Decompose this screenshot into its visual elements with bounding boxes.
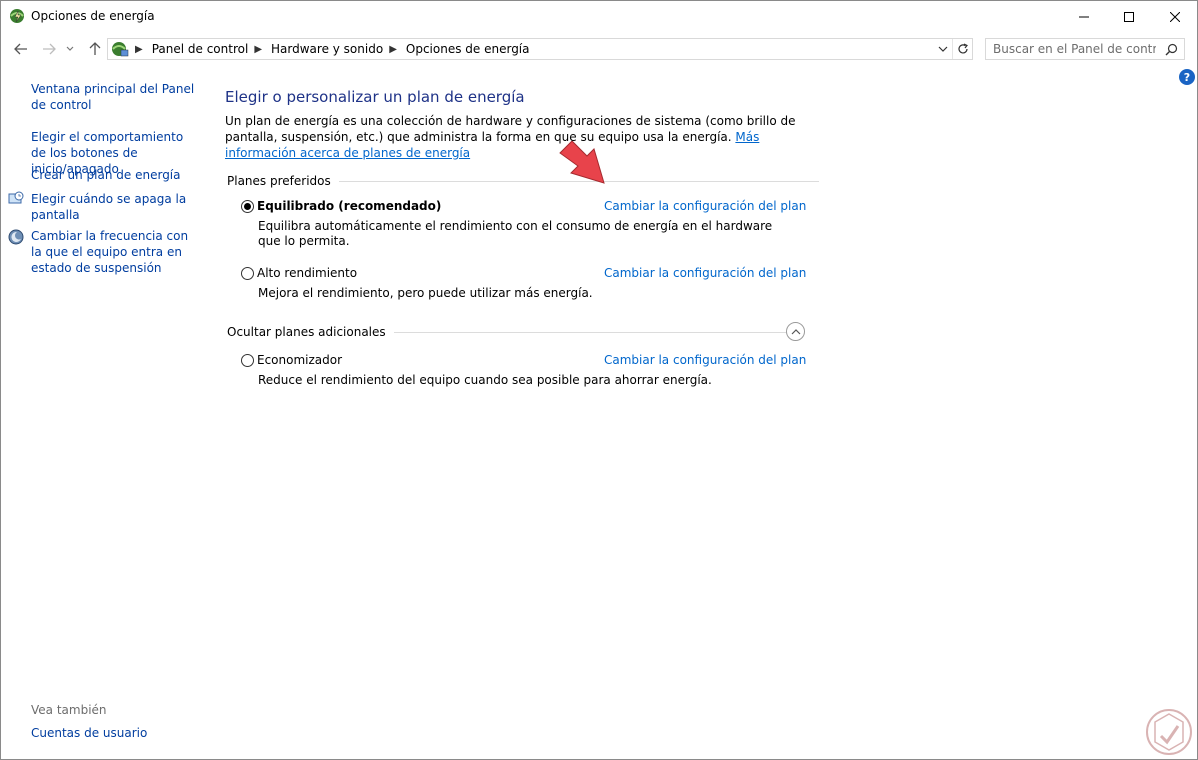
- breadcrumb-separator-icon: ▶: [254, 43, 263, 55]
- plan-description-power-saver: Reduce el rendimiento del equipo cuando …: [258, 373, 712, 387]
- plan-name-power-saver[interactable]: Economizador: [257, 353, 342, 367]
- preferred-plans-label: Planes preferidos: [227, 174, 331, 188]
- display-clock-icon: [8, 191, 24, 204]
- close-button[interactable]: [1152, 1, 1198, 32]
- forward-button[interactable]: [39, 38, 59, 60]
- window-title: Opciones de energía: [31, 9, 155, 23]
- sidebar-item-create-plan[interactable]: Crear un plan de energía: [31, 167, 199, 183]
- sleep-moon-icon: [8, 229, 24, 245]
- minimize-icon: [1079, 16, 1089, 17]
- arrow-left-icon: [14, 43, 27, 55]
- page-title: Elegir o personalizar un plan de energía: [225, 88, 525, 106]
- minimize-button[interactable]: [1061, 1, 1107, 32]
- chevron-down-icon: [66, 46, 74, 51]
- back-button[interactable]: [11, 38, 31, 60]
- intro-text: Un plan de energía es una colección de h…: [225, 113, 815, 161]
- search-box[interactable]: [985, 38, 1185, 60]
- radio-high-performance[interactable]: [241, 267, 254, 280]
- breadcrumb-opciones-de-energia[interactable]: Opciones de energía: [406, 42, 530, 56]
- address-dropdown-button[interactable]: [934, 39, 952, 59]
- recent-locations-button[interactable]: [63, 38, 77, 60]
- arrow-right-icon: [43, 43, 56, 55]
- breadcrumb-separator-icon: ▶: [135, 43, 143, 55]
- help-icon[interactable]: ?: [1179, 69, 1195, 85]
- change-plan-settings-balanced-link[interactable]: Cambiar la configuración del plan: [604, 199, 806, 213]
- breadcrumb-panel-de-control[interactable]: Panel de control: [152, 42, 249, 56]
- plan-description-balanced: Equilibra automáticamente el rendimiento…: [258, 219, 773, 248]
- arrow-up-icon: [89, 42, 101, 55]
- change-plan-settings-power-saver-link[interactable]: Cambiar la configuración del plan: [604, 353, 806, 367]
- hidden-plans-label[interactable]: Ocultar planes adicionales: [227, 325, 386, 339]
- refresh-button[interactable]: [952, 39, 972, 59]
- sidebar-item-display-off[interactable]: Elegir cuándo se apaga la pantalla: [31, 191, 199, 223]
- title-bar: Opciones de energía: [1, 1, 1197, 32]
- address-bar[interactable]: ▶ Panel de control ▶ Hardware y sonido ▶…: [107, 38, 973, 60]
- control-panel-icon: [112, 42, 129, 57]
- search-icon[interactable]: [1165, 43, 1178, 56]
- collapse-button[interactable]: [786, 322, 805, 341]
- plan-name-high-performance[interactable]: Alto rendimiento: [257, 266, 357, 280]
- chevron-down-icon: [938, 46, 948, 52]
- radio-balanced[interactable]: [241, 200, 254, 213]
- sidebar-item-user-accounts[interactable]: Cuentas de usuario: [31, 726, 147, 740]
- see-also-label: Vea también: [31, 703, 107, 717]
- search-input[interactable]: [986, 42, 1156, 56]
- sidebar-item-control-panel-home[interactable]: Ventana principal del Panel de control: [31, 81, 199, 113]
- navigation-bar: ▶ Panel de control ▶ Hardware y sonido ▶…: [1, 36, 1197, 62]
- preferred-plans-header: Planes preferidos: [227, 174, 819, 188]
- maximize-button[interactable]: [1106, 1, 1152, 32]
- power-options-icon: [10, 9, 24, 23]
- breadcrumb-hardware-y-sonido[interactable]: Hardware y sonido: [271, 42, 383, 56]
- watermark-logo-icon: [1146, 709, 1192, 755]
- window: Opciones de energía ▶ Panel de control ▶…: [0, 0, 1198, 760]
- chevron-up-icon: [791, 328, 800, 334]
- plan-power-saver: Economizador Cambiar la configuración de…: [241, 353, 806, 389]
- hidden-plans-header[interactable]: Ocultar planes adicionales: [227, 325, 804, 339]
- refresh-icon: [957, 43, 968, 54]
- breadcrumb-separator-icon: ▶: [389, 43, 397, 55]
- maximize-icon: [1124, 11, 1134, 22]
- plan-high-performance: Alto rendimiento Cambiar la configuració…: [241, 266, 806, 302]
- up-button[interactable]: [85, 38, 105, 60]
- radio-power-saver[interactable]: [241, 354, 254, 367]
- divider: [393, 331, 804, 333]
- annotation-arrow-icon: [559, 141, 605, 184]
- change-plan-settings-high-performance-link[interactable]: Cambiar la configuración del plan: [604, 266, 806, 280]
- plan-name-balanced[interactable]: Equilibrado (recomendado): [257, 199, 441, 213]
- intro-description: Un plan de energía es una colección de h…: [225, 114, 796, 144]
- close-icon: [1170, 11, 1180, 22]
- plan-balanced: Equilibrado (recomendado) Cambiar la con…: [241, 199, 806, 249]
- sidebar-item-sleep[interactable]: Cambiar la frecuencia con la que el equi…: [31, 228, 199, 276]
- plan-description-high-performance: Mejora el rendimiento, pero puede utiliz…: [258, 286, 593, 300]
